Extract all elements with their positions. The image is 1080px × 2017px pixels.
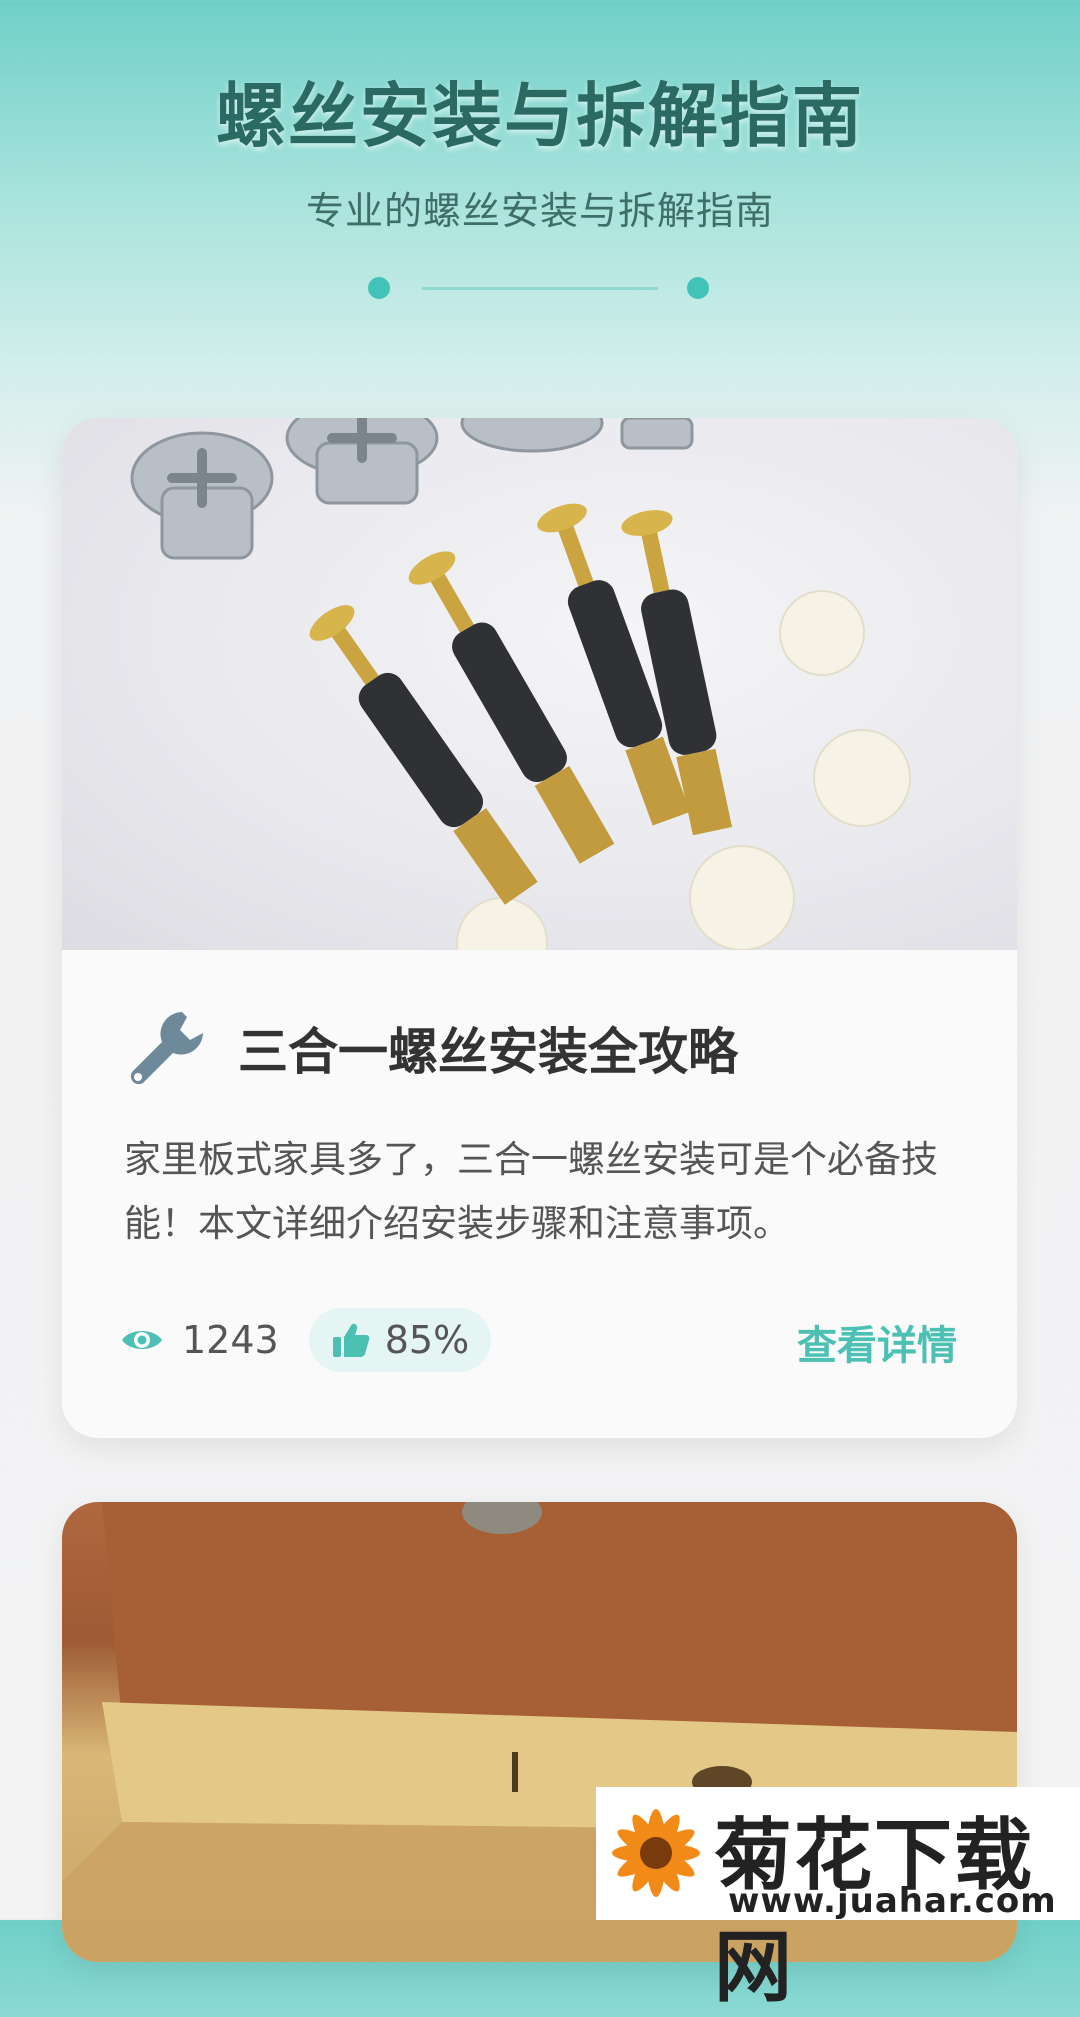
article-card[interactable]: 三合一螺丝安装全攻略 家里板式家具多了，三合一螺丝安装可是个必备技能！本文详细介…	[62, 418, 1017, 1438]
view-details-link[interactable]: 查看详情	[797, 1313, 957, 1371]
article-title-row: 三合一螺丝安装全攻略	[124, 1006, 738, 1090]
site-watermark: 菊花下载网 www.juahar.com	[596, 1787, 1080, 2013]
view-count: 1243	[182, 1318, 279, 1362]
screws-illustration	[130, 418, 911, 989]
flower-logo	[612, 1809, 700, 1897]
page-subtitle: 专业的螺丝安装与拆解指南	[305, 189, 774, 233]
wrench-icon	[130, 1012, 203, 1085]
like-badge[interactable]: 85%	[308, 1308, 492, 1372]
article-description: 家里板式家具多了，三合一螺丝安装可是个必备技能！本文详细介绍安装步骤和注意事项。	[124, 1138, 938, 1245]
article-image	[62, 418, 1017, 989]
page-title: 螺丝安装与拆解指南	[216, 75, 864, 157]
divider-dot-left	[368, 277, 390, 299]
like-rate: 85%	[384, 1318, 470, 1362]
article-title: 三合一螺丝安装全攻略	[238, 1023, 738, 1081]
article-stats: 1243 85%	[120, 1308, 492, 1372]
divider-line	[422, 287, 658, 290]
eye-icon	[122, 1331, 162, 1349]
divider-dot-right	[687, 277, 709, 299]
page-header: 螺丝安装与拆解指南 专业的螺丝安装与拆解指南	[0, 0, 1080, 310]
watermark-url: www.juahar.com	[728, 1881, 1057, 1921]
thumbs-up-icon	[332, 1323, 370, 1357]
